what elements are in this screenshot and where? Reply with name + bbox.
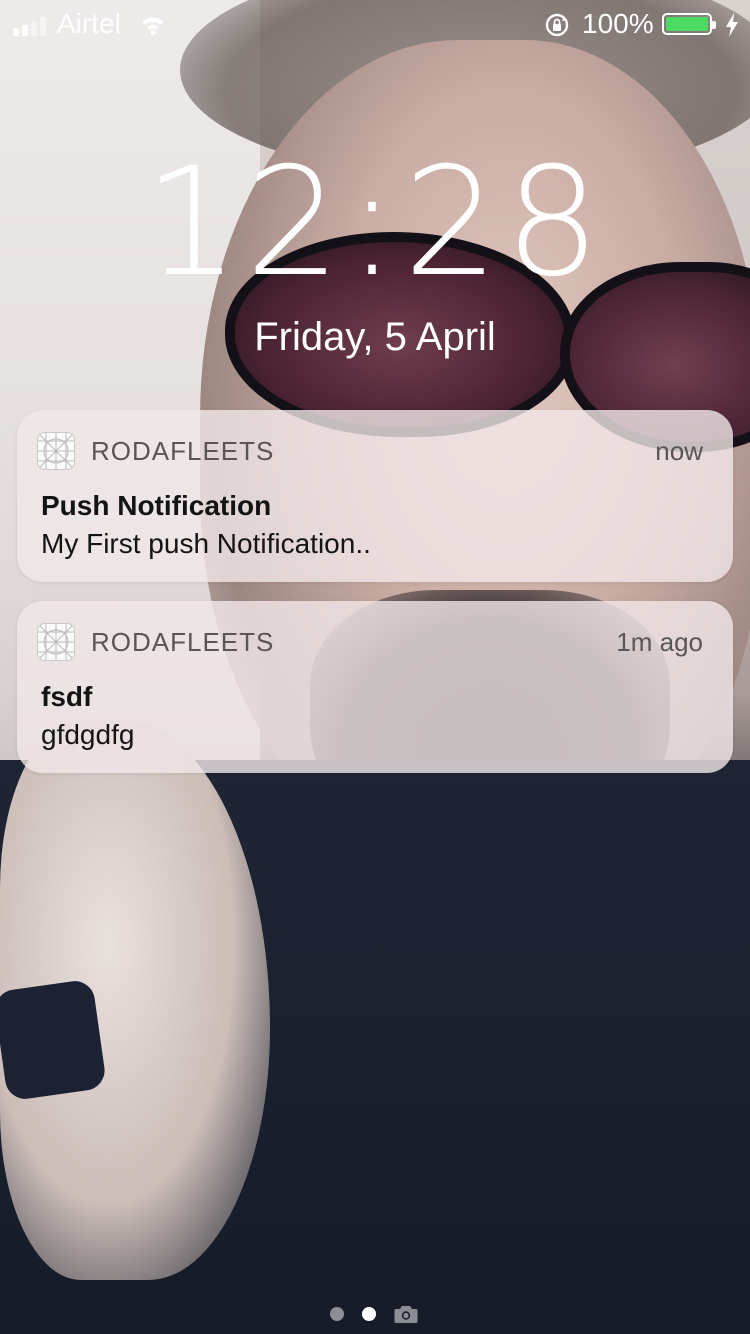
app-grid-icon xyxy=(37,623,75,661)
wallpaper-watch-strap xyxy=(0,978,108,1102)
camera-icon[interactable] xyxy=(394,1304,418,1324)
notification-time: 1m ago xyxy=(616,627,703,657)
notification-title: fsdf xyxy=(41,681,93,712)
lock-screen-time: 12:28 xyxy=(143,136,607,310)
notification-time: now xyxy=(655,436,703,466)
notification-card[interactable]: RODAFLEETS now Push Notification My Firs… xyxy=(17,410,733,582)
notification-body: My First push Notification.. xyxy=(41,528,371,559)
battery-percentage: 100% xyxy=(582,8,654,39)
carrier-name: Airtel xyxy=(57,8,121,39)
page-indicator[interactable] xyxy=(330,1302,418,1326)
wifi-icon xyxy=(142,17,164,36)
lock-screen-date: Friday, 5 April xyxy=(254,315,496,359)
battery-fill xyxy=(666,17,708,31)
charging-bolt-icon xyxy=(726,13,738,37)
notification-card[interactable]: RODAFLEETS 1m ago fsdf gfdgdfg xyxy=(17,601,733,773)
battery-icon xyxy=(662,13,716,35)
page-dot-active[interactable] xyxy=(362,1307,376,1321)
app-grid-icon xyxy=(37,432,75,470)
notification-app-name: RODAFLEETS xyxy=(91,436,275,466)
notification-body: gfdgdfg xyxy=(41,719,135,750)
status-bar: Airtel 100% xyxy=(0,0,750,48)
page-dot[interactable] xyxy=(330,1307,344,1321)
notification-app-name: RODAFLEETS xyxy=(91,627,275,657)
cellular-signal-icon xyxy=(13,14,46,36)
rotation-lock-icon xyxy=(545,13,569,37)
notification-title: Push Notification xyxy=(41,490,272,521)
